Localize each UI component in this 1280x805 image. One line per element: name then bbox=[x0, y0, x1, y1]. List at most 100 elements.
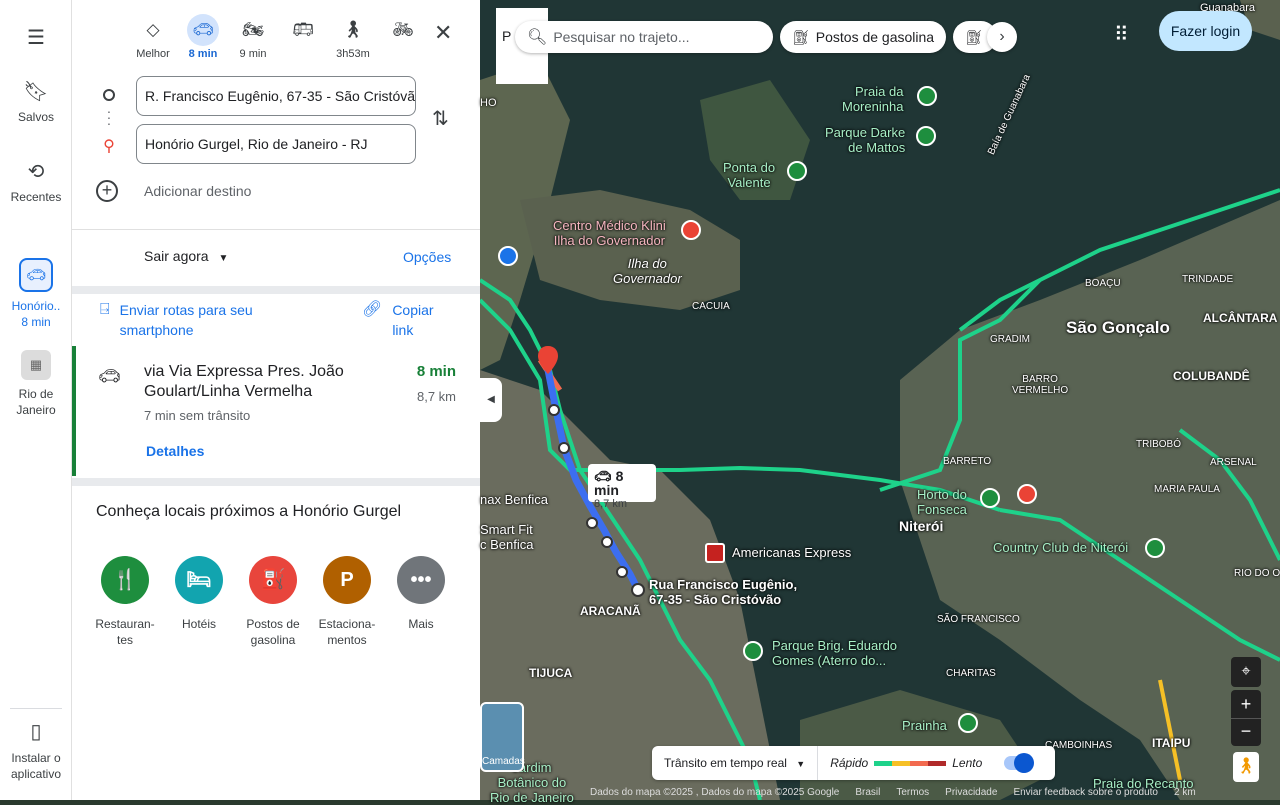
layers-button[interactable]: Camadas bbox=[480, 702, 525, 772]
separator bbox=[72, 286, 480, 294]
saved-button[interactable]: 🔖︎ Salvos bbox=[0, 80, 72, 124]
shopping-pin-icon[interactable] bbox=[705, 543, 725, 563]
zoom-in-button[interactable]: + bbox=[1231, 690, 1261, 718]
search-along-route-input[interactable]: 🔍︎ Pesquisar no trajeto... bbox=[515, 21, 773, 53]
route-card[interactable]: 🚗︎ via Via Expressa Pres. João Goulart/L… bbox=[72, 346, 480, 476]
map-label-text: VERMELHO bbox=[1012, 385, 1069, 396]
footer-country[interactable]: Brasil bbox=[855, 787, 880, 800]
phone-icon: ▯ bbox=[30, 721, 42, 743]
footer-terms[interactable]: Termos bbox=[896, 787, 929, 800]
add-destination-button[interactable]: + Adicionar destino bbox=[96, 180, 251, 202]
recent-trip-honorio[interactable]: 🚗︎ Honório.. 8 min bbox=[0, 258, 72, 330]
map-canvas[interactable] bbox=[480, 0, 1280, 800]
golf-pin-icon[interactable] bbox=[1145, 538, 1165, 558]
map-label[interactable]: Centro Médico Klini Ilha do Governador bbox=[553, 218, 666, 248]
map-label[interactable]: Ponta do Valente bbox=[723, 160, 775, 190]
history-icon: ⟲ bbox=[27, 161, 45, 183]
install-app-button[interactable]: ▯ Instalar o aplicativo bbox=[0, 720, 72, 782]
category-parking[interactable]: P Estaciona-mentos bbox=[310, 556, 384, 648]
mode-transit[interactable]: 🚌︎ bbox=[278, 14, 328, 60]
pegman-icon[interactable]: 🚶︎ bbox=[1233, 752, 1259, 782]
traffic-toggle[interactable] bbox=[1004, 753, 1035, 773]
category-more[interactable]: ••• Mais bbox=[384, 556, 458, 648]
map-label[interactable]: Country Club de Niterói bbox=[993, 540, 1128, 555]
copy-link-button[interactable]: 🔗︎ Copiar link bbox=[362, 300, 434, 340]
recent-trip-rio[interactable]: ▦ Rio de Janeiro bbox=[0, 350, 72, 418]
login-button[interactable]: Fazer login bbox=[1159, 11, 1252, 51]
zoom-out-button[interactable]: − bbox=[1231, 718, 1261, 746]
my-location-icon[interactable]: ⌖ bbox=[1231, 657, 1261, 687]
map-label: CACUIA bbox=[692, 301, 730, 312]
options-button[interactable]: Opções bbox=[403, 249, 451, 265]
map-label[interactable]: Smart Fit c Benfica bbox=[480, 522, 533, 552]
category-label-1: Estaciona- bbox=[318, 617, 376, 631]
send-to-phone-link[interactable]: ⍈ Enviar rotas para seu smartphone bbox=[100, 300, 253, 340]
collapse-panel-button[interactable]: ◀ bbox=[480, 378, 502, 422]
install-label-2: aplicativo bbox=[10, 767, 62, 781]
swap-icon[interactable]: ⇅ bbox=[432, 106, 449, 131]
motorcycle-icon: 🏍︎ bbox=[242, 20, 264, 39]
mode-best[interactable]: ◇ Melhor bbox=[128, 14, 178, 60]
map-label-text: Horto do bbox=[917, 487, 967, 502]
map-label[interactable]: Prainha bbox=[902, 718, 947, 733]
park-pin-icon[interactable] bbox=[980, 488, 1000, 508]
map-label: BARRETO bbox=[943, 456, 992, 467]
gas-station-icon: ⛽︎ bbox=[792, 28, 810, 45]
scale-bar[interactable]: 2 km bbox=[1174, 787, 1196, 800]
map-label[interactable]: nax Benfica bbox=[480, 492, 548, 507]
send-label-1: Enviar rotas para seu bbox=[119, 302, 253, 318]
origin-input[interactable]: R. Francisco Eugênio, 67-35 - São Cristó… bbox=[136, 76, 416, 116]
travel-modes: ◇ Melhor 🚗︎ 8 min 🏍︎ 9 min 🚌︎ 🚶︎ 3h53m 🚲︎ bbox=[128, 14, 428, 60]
footer-feedback[interactable]: Enviar feedback sobre o produto bbox=[1013, 787, 1158, 800]
send-to-phone-icon: ⍈ bbox=[100, 301, 110, 318]
map-label[interactable]: Americanas Express bbox=[732, 545, 851, 560]
category-restaurants[interactable]: 🍴 Restauran-tes bbox=[88, 556, 162, 648]
mode-bicycle[interactable]: 🚲︎ bbox=[378, 14, 428, 60]
menu-icon: ☰ bbox=[27, 27, 45, 49]
close-icon[interactable]: ✕ bbox=[434, 20, 452, 46]
map-label-text: Ponta do bbox=[723, 160, 776, 175]
category-label-2: tes bbox=[116, 633, 133, 647]
traffic-dropdown[interactable]: Trânsito em tempo real ▼ bbox=[652, 746, 819, 780]
route-distance: 8,7 km bbox=[416, 389, 456, 404]
menu-button[interactable]: ☰ bbox=[0, 26, 72, 56]
category-hotels[interactable]: 🛏 Hotéis bbox=[162, 556, 236, 648]
park-pin-icon[interactable] bbox=[917, 86, 937, 106]
recent-button[interactable]: ⟲ Recentes bbox=[0, 160, 72, 204]
car-icon: 🚗︎ bbox=[187, 14, 219, 46]
map-label-text: Centro Médico Klini bbox=[553, 218, 666, 233]
park-pin-icon[interactable] bbox=[916, 126, 936, 146]
map-label[interactable]: Horto do Fonseca bbox=[917, 487, 967, 517]
origin-circle-icon bbox=[103, 89, 115, 101]
mode-motorcycle[interactable]: 🏍︎ 9 min bbox=[228, 14, 278, 60]
park-pin-icon[interactable] bbox=[787, 161, 807, 181]
airport-pin-icon[interactable] bbox=[498, 246, 518, 266]
map-label[interactable]: Praia da Moreninha bbox=[842, 84, 903, 114]
beach-pin-icon[interactable] bbox=[958, 713, 978, 733]
map-attribution: Dados do mapa ©2025 , Dados do mapa ©202… bbox=[590, 787, 840, 798]
destination-input[interactable]: Honório Gurgel, Rio de Janeiro - RJ bbox=[136, 124, 416, 164]
route-duration-callout[interactable]: 🚗︎ 8 min 8,7 km bbox=[588, 464, 656, 510]
depart-now-dropdown[interactable]: Sair agora ▼ bbox=[144, 248, 228, 264]
hospital-pin-icon[interactable] bbox=[1017, 484, 1037, 504]
chevron-right-icon[interactable]: › bbox=[987, 22, 1017, 52]
apps-grid-icon[interactable]: ⠿ bbox=[1114, 22, 1129, 47]
footer-privacy[interactable]: Privacidade bbox=[945, 787, 997, 800]
map-label: Niterói bbox=[899, 518, 944, 534]
park-pin-icon[interactable] bbox=[743, 641, 763, 661]
map-label[interactable]: Parque Brig. Eduardo Gomes (Aterro do... bbox=[772, 638, 897, 668]
link-icon: 🔗︎ bbox=[362, 301, 383, 318]
recent-trip-2-label-2: Janeiro bbox=[16, 403, 56, 417]
separator bbox=[72, 478, 480, 486]
map-label-text: Smart Fit bbox=[480, 522, 533, 537]
mode-car[interactable]: 🚗︎ 8 min bbox=[178, 14, 228, 60]
hospital-pin-icon[interactable] bbox=[681, 220, 701, 240]
nearby-title: Conheça locais próximos a Honório Gurgel bbox=[96, 503, 402, 520]
gas-stations-chip[interactable]: ⛽︎ Postos de gasolina bbox=[780, 21, 946, 53]
details-button[interactable]: Detalhes bbox=[146, 443, 204, 459]
mode-walk[interactable]: 🚶︎ 3h53m bbox=[328, 14, 378, 60]
saved-label: Salvos bbox=[17, 110, 55, 124]
category-gas[interactable]: ⛽ Postos de gasolina bbox=[236, 556, 310, 648]
map-label-text: Praia da bbox=[855, 84, 904, 99]
map-label[interactable]: Parque Darke de Mattos bbox=[825, 125, 905, 155]
